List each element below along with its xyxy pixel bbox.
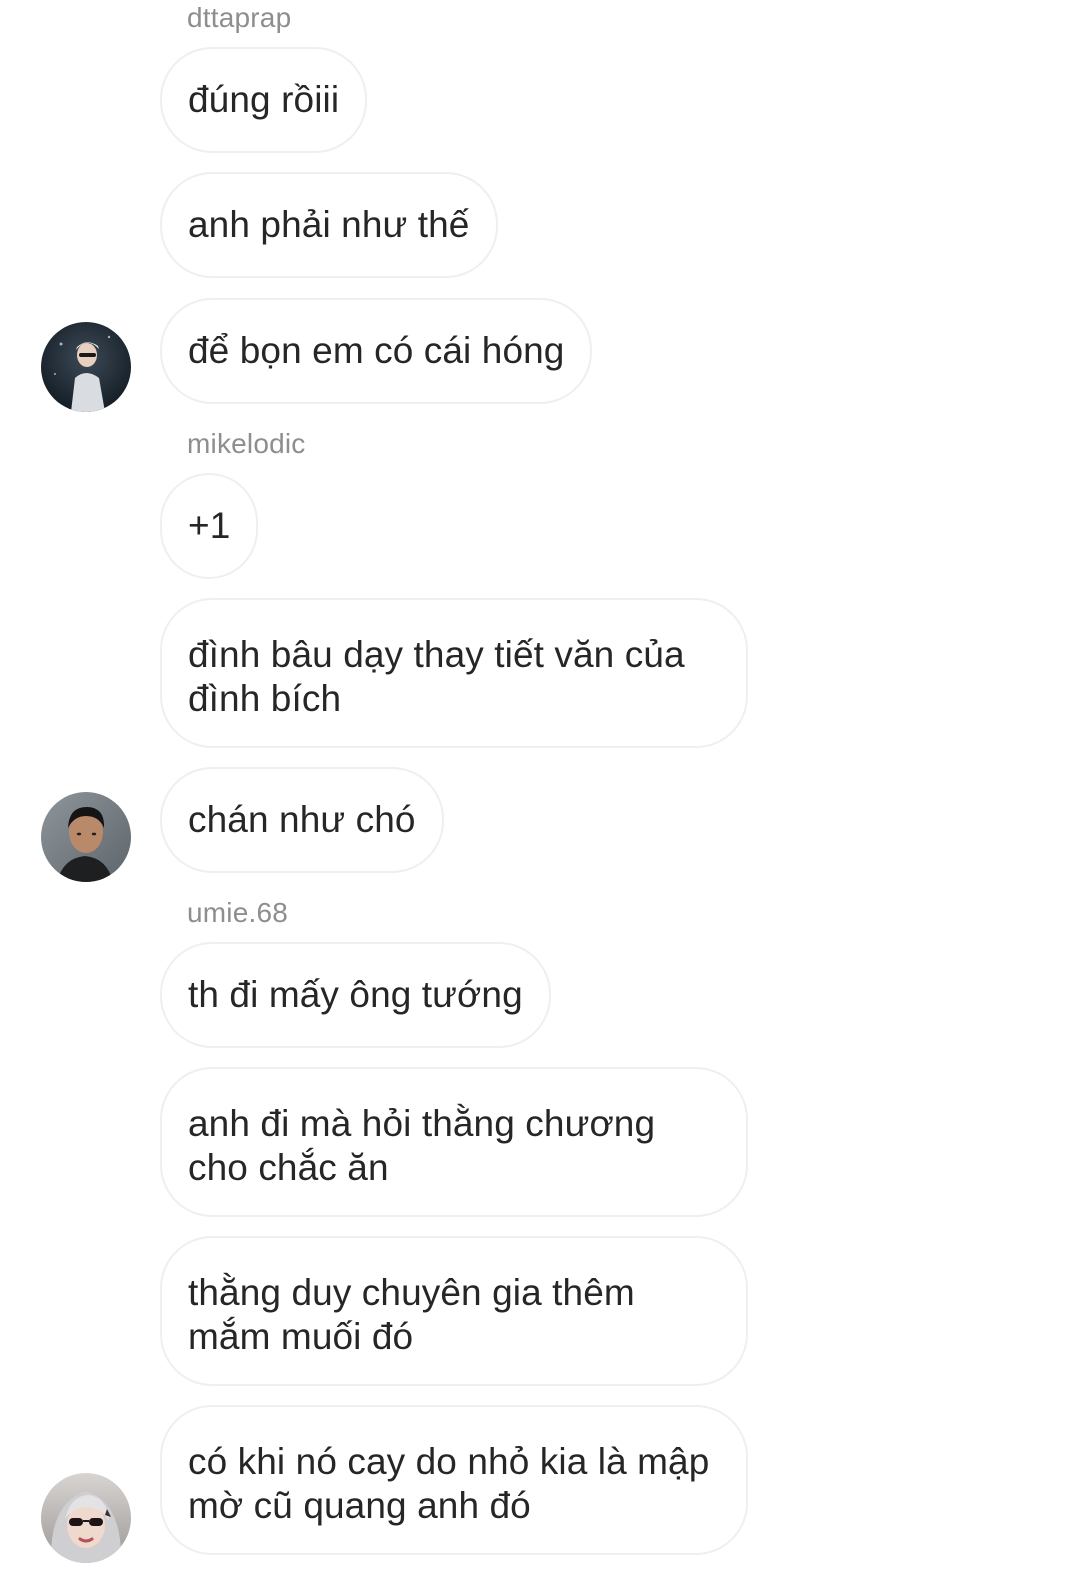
sender-username[interactable]: dttaprap: [187, 2, 291, 34]
sender-avatar[interactable]: [41, 792, 131, 882]
user-photo-icon: [41, 322, 131, 412]
message-bubble[interactable]: có khi nó cay do nhỏ kia là mập mờ cũ qu…: [160, 1405, 748, 1555]
message-bubble[interactable]: anh đi mà hỏi thằng chương cho chắc ăn: [160, 1067, 748, 1217]
message-bubble[interactable]: thằng duy chuyên gia thêm mắm muối đó: [160, 1236, 748, 1386]
message-bubble[interactable]: để bọn em có cái hóng: [160, 298, 593, 404]
message-bubble[interactable]: anh phải như thế: [160, 172, 498, 278]
message-thread: dttaprap đúng rồiii anh phải như thế để …: [0, 0, 1080, 1584]
message-bubble[interactable]: th đi mấy ông tướng: [160, 942, 551, 1048]
message-bubble[interactable]: chán như chó: [160, 767, 444, 873]
message-bubble[interactable]: đúng rồiii: [160, 47, 368, 153]
sender-avatar[interactable]: [41, 1473, 131, 1563]
sender-avatar[interactable]: [41, 322, 131, 412]
user-photo-icon: [41, 1473, 131, 1563]
sender-username[interactable]: umie.68: [187, 897, 288, 929]
message-bubble[interactable]: +1: [160, 473, 259, 579]
user-photo-icon: [41, 792, 131, 882]
sender-username[interactable]: mikelodic: [187, 428, 306, 460]
message-bubble[interactable]: đình bâu dạy thay tiết văn của đình bích: [160, 598, 748, 748]
